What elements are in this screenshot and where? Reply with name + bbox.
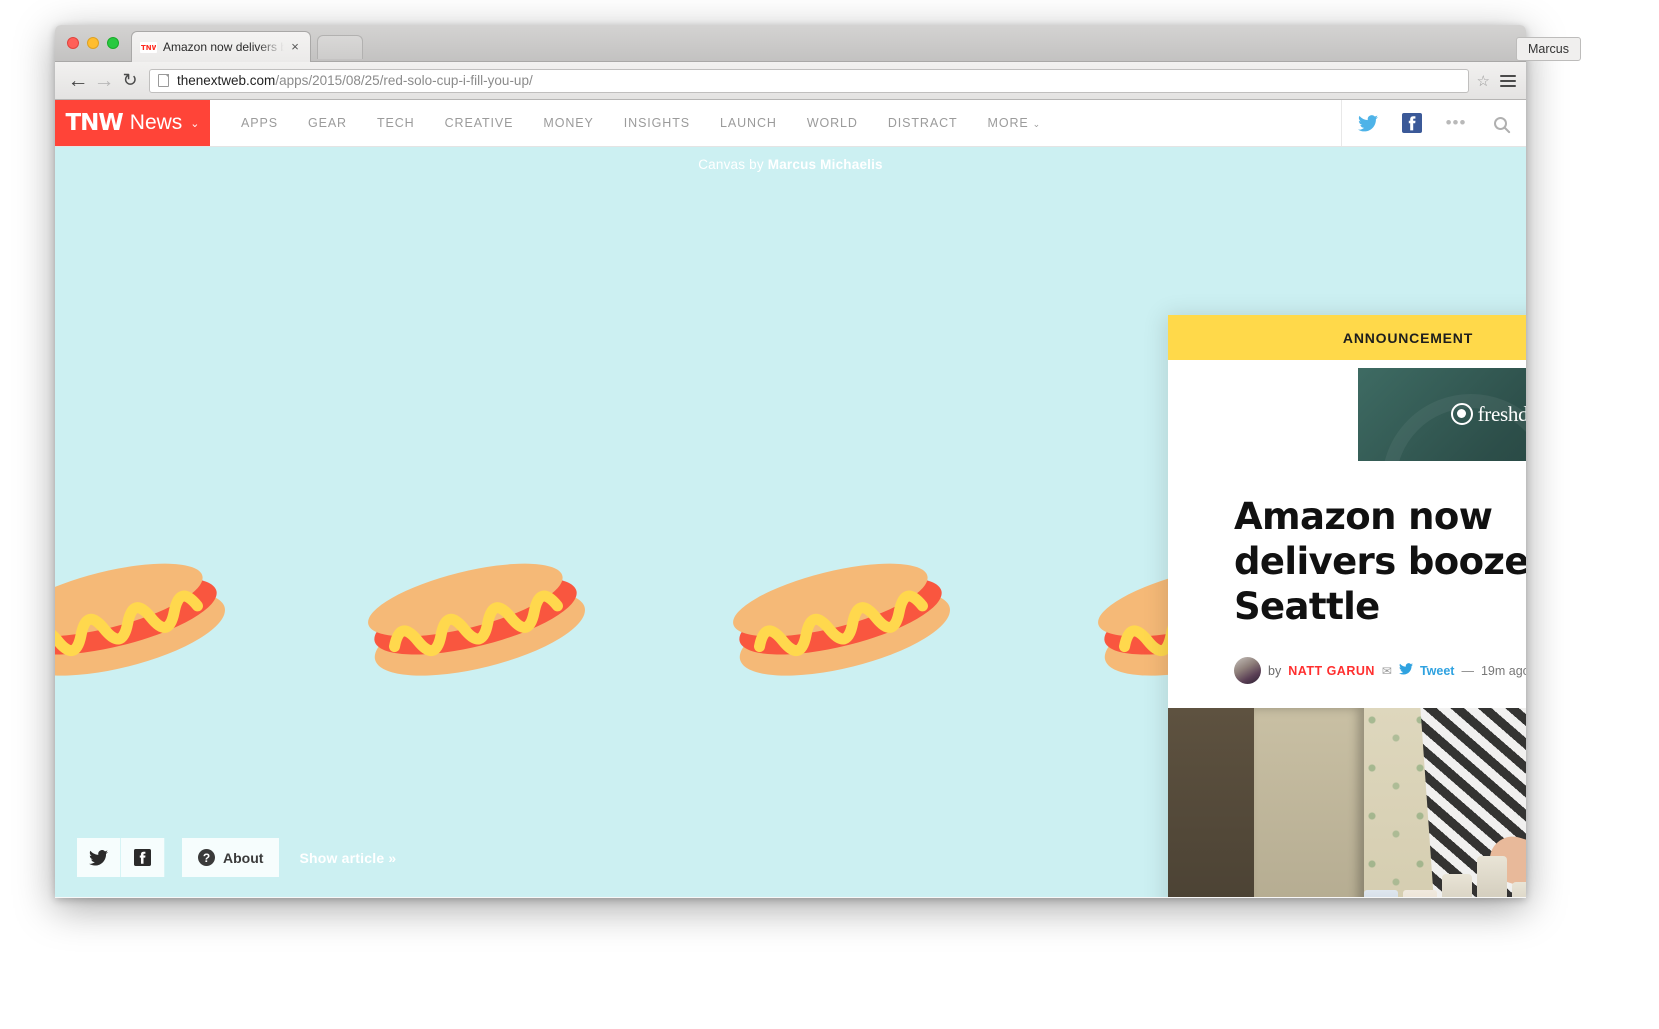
tnw-news-brand[interactable]: TNW News ⌄ bbox=[55, 100, 210, 146]
url-text: thenextweb.com/apps/2015/08/25/red-solo-… bbox=[177, 73, 533, 88]
article-overlay-panel: ANNOUNCEMENT freshdesk Amazon now delive… bbox=[1168, 315, 1526, 897]
canvas-toolbar: ? About Show article » bbox=[77, 838, 396, 877]
freshdesk-mark-icon bbox=[1450, 403, 1473, 425]
article-hero-photo bbox=[1168, 708, 1526, 897]
freshdesk-wordmark: freshdesk bbox=[1477, 401, 1526, 426]
email-icon[interactable]: ✉ bbox=[1382, 664, 1392, 678]
article-body: Amazon now delivers booze in Seattle by … bbox=[1168, 468, 1526, 709]
author-avatar bbox=[1234, 657, 1261, 685]
author-name-link[interactable]: NATT GARUN bbox=[1288, 664, 1375, 678]
nav-item-money[interactable]: MONEY bbox=[528, 116, 608, 130]
search-glyph bbox=[1493, 116, 1507, 130]
user-profile-chip[interactable]: Marcus bbox=[1516, 37, 1581, 61]
address-bar[interactable]: thenextweb.com/apps/2015/08/25/red-solo-… bbox=[149, 68, 1469, 93]
tab-title: Amazon now delivers booz bbox=[163, 40, 284, 54]
new-tab-button[interactable] bbox=[317, 35, 363, 59]
tab-strip: TNW Amazon now delivers booz × bbox=[55, 25, 1526, 62]
url-host: thenextweb.com bbox=[177, 73, 276, 88]
search-icon[interactable] bbox=[1478, 100, 1522, 147]
nav-item-launch[interactable]: LAUNCH bbox=[705, 116, 792, 130]
photo-bottle bbox=[1442, 874, 1472, 897]
photo-bottles bbox=[1364, 856, 1526, 897]
show-article-link[interactable]: Show article » bbox=[299, 850, 396, 866]
question-mark-icon: ? bbox=[198, 849, 215, 866]
maximize-window-button[interactable] bbox=[107, 37, 119, 49]
nav-item-more-label: MORE bbox=[987, 116, 1029, 130]
back-button[interactable]: ← bbox=[65, 68, 91, 94]
header-social-actions: ••• bbox=[1341, 100, 1526, 146]
svg-text:TNW: TNW bbox=[141, 44, 156, 51]
photo-can bbox=[1403, 890, 1437, 897]
tnw-logo: TNW bbox=[65, 110, 123, 136]
brand-section-label: News bbox=[129, 111, 183, 134]
about-button-label: About bbox=[223, 849, 264, 866]
article-title: Amazon now delivers booze in Seattle bbox=[1234, 495, 1526, 629]
announcement-bar: ANNOUNCEMENT bbox=[1168, 315, 1526, 360]
site-navigation: APPS GEAR TECH CREATIVE MONEY INSIGHTS L… bbox=[210, 100, 1341, 146]
forward-button[interactable]: → bbox=[91, 68, 117, 94]
reload-button[interactable]: ↻ bbox=[117, 68, 143, 94]
twitter-icon[interactable] bbox=[1346, 100, 1390, 147]
byline-by-label: by bbox=[1268, 663, 1282, 678]
nav-item-world[interactable]: WORLD bbox=[792, 116, 873, 130]
browser-menu-button[interactable] bbox=[1500, 74, 1516, 87]
nav-item-tech[interactable]: TECH bbox=[362, 116, 430, 130]
nav-item-distract[interactable]: DISTRACT bbox=[873, 116, 973, 130]
hotdog-graphic bbox=[725, 542, 957, 694]
share-twitter-button[interactable] bbox=[77, 838, 121, 877]
freshdesk-logo: freshdesk bbox=[1450, 401, 1526, 427]
photo-bottle bbox=[1477, 856, 1507, 897]
tweet-bird-icon[interactable] bbox=[1398, 663, 1413, 678]
byline-separator: — bbox=[1461, 663, 1474, 678]
bookmark-star-icon[interactable]: ☆ bbox=[1477, 72, 1490, 90]
page-info-icon bbox=[158, 74, 169, 87]
photo-can bbox=[1364, 890, 1398, 897]
browser-toolbar: ← → ↻ thenextweb.com/apps/2015/08/25/red… bbox=[55, 62, 1526, 100]
photo-cabinet bbox=[1168, 708, 1254, 897]
nav-item-gear[interactable]: GEAR bbox=[293, 116, 362, 130]
nav-item-creative[interactable]: CREATIVE bbox=[430, 116, 529, 130]
site-header: TNW News ⌄ APPS GEAR TECH CREATIVE MONEY… bbox=[55, 100, 1526, 147]
browser-tab[interactable]: TNW Amazon now delivers booz × bbox=[131, 31, 311, 62]
about-button[interactable]: ? About bbox=[182, 838, 280, 877]
more-options-icon[interactable]: ••• bbox=[1434, 100, 1478, 147]
close-tab-button[interactable]: × bbox=[288, 40, 302, 54]
facebook-icon[interactable] bbox=[1390, 100, 1434, 147]
nav-item-more[interactable]: MORE ⌄ bbox=[973, 116, 1057, 130]
browser-window: TNW Amazon now delivers booz × ← → ↻ the… bbox=[55, 25, 1526, 898]
freshdesk-ad[interactable]: freshdesk bbox=[1358, 367, 1526, 461]
nav-item-insights[interactable]: INSIGHTS bbox=[609, 116, 705, 130]
minimize-window-button[interactable] bbox=[87, 37, 99, 49]
share-facebook-button[interactable] bbox=[121, 838, 165, 877]
tweet-link[interactable]: Tweet bbox=[1420, 664, 1455, 678]
article-byline: by NATT GARUN ✉ Tweet — 19m ago bbox=[1234, 657, 1526, 708]
nav-item-apps[interactable]: APPS bbox=[226, 116, 293, 130]
promo-area: freshdesk bbox=[1168, 360, 1526, 468]
photo-bottle bbox=[1512, 882, 1526, 897]
article-timestamp: 19m ago bbox=[1480, 663, 1526, 678]
photo-shelf bbox=[1254, 708, 1364, 897]
close-window-button[interactable] bbox=[67, 37, 79, 49]
tnw-favicon: TNW bbox=[140, 41, 157, 53]
hotdog-graphic bbox=[55, 542, 232, 694]
hotdog-graphic bbox=[360, 542, 592, 694]
canvas-area: Canvas by Marcus Michaelis ? About Show … bbox=[55, 147, 1526, 897]
chevron-down-icon: ⌄ bbox=[190, 117, 200, 130]
url-path: /apps/2015/08/25/red-solo-cup-i-fill-you… bbox=[275, 73, 533, 88]
window-traffic-lights bbox=[67, 37, 119, 49]
chevron-down-icon: ⌄ bbox=[1032, 119, 1042, 129]
